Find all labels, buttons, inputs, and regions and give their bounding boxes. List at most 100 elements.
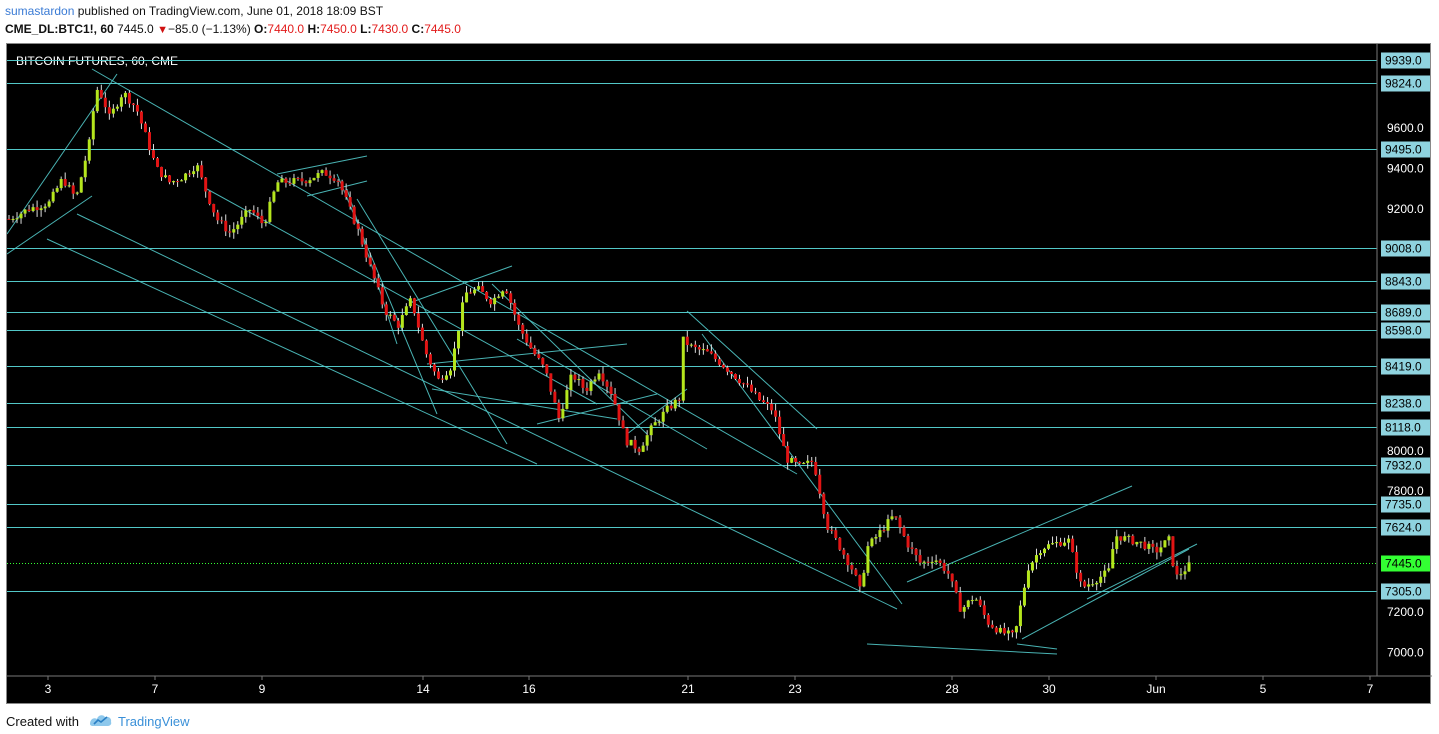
candle-down bbox=[396, 320, 400, 328]
candle-down bbox=[288, 182, 292, 184]
tradingview-link[interactable]: TradingView bbox=[118, 714, 190, 729]
price-level-label: 7932.0 bbox=[1385, 459, 1422, 473]
candle-down bbox=[697, 347, 701, 350]
candle-up bbox=[497, 296, 501, 298]
candle-up bbox=[1187, 562, 1191, 572]
candle-down bbox=[412, 298, 416, 314]
candle-down bbox=[754, 391, 758, 393]
candle-up bbox=[649, 425, 653, 436]
candle-down bbox=[774, 410, 778, 417]
price-level-label: 8843.0 bbox=[1385, 275, 1422, 289]
trend-line bbox=[906, 485, 1133, 583]
candle-down bbox=[107, 107, 111, 114]
candle-up bbox=[874, 537, 878, 539]
candle-down bbox=[35, 207, 39, 211]
candle-down bbox=[424, 340, 428, 355]
trend-line bbox=[306, 180, 368, 197]
low-label: L: bbox=[360, 22, 372, 36]
candle-up bbox=[593, 379, 597, 382]
candle-down bbox=[139, 111, 143, 124]
candle-up bbox=[280, 178, 284, 183]
candle-up bbox=[111, 108, 115, 114]
time-tick-label: 23 bbox=[788, 682, 802, 696]
candle-down bbox=[834, 530, 838, 538]
candle-up bbox=[1051, 543, 1055, 545]
candle-down bbox=[505, 291, 509, 294]
price-level-label: 7305.0 bbox=[1385, 585, 1422, 599]
candle-down bbox=[324, 170, 328, 176]
candle-up bbox=[1026, 570, 1030, 588]
candle-down bbox=[938, 560, 942, 563]
candle-down bbox=[741, 383, 745, 385]
candle-up bbox=[192, 171, 196, 175]
candle-down bbox=[958, 592, 962, 612]
time-tick-label: 9 bbox=[259, 682, 266, 696]
candle-up bbox=[641, 445, 645, 452]
candle-down bbox=[204, 177, 208, 192]
time-tick-label: 5 bbox=[1260, 682, 1267, 696]
candle-down bbox=[188, 173, 192, 175]
candle-up bbox=[1030, 562, 1034, 571]
price-level-label: 9008.0 bbox=[1385, 242, 1422, 256]
candle-down bbox=[1151, 543, 1155, 547]
candle-up bbox=[465, 292, 469, 303]
time-tick-label: 14 bbox=[416, 682, 430, 696]
author-link[interactable]: sumastardon bbox=[5, 4, 74, 18]
candle-down bbox=[216, 212, 220, 221]
time-tick-label: 28 bbox=[945, 682, 959, 696]
candle-up bbox=[1022, 587, 1026, 606]
candle-down bbox=[521, 324, 525, 334]
candle-down bbox=[1079, 572, 1083, 582]
candle-down bbox=[372, 264, 376, 279]
candle-down bbox=[525, 333, 529, 343]
candle-up bbox=[272, 191, 276, 202]
candle-up bbox=[477, 286, 481, 290]
trend-line bbox=[46, 238, 538, 465]
price-tick-label: 9600.0 bbox=[1387, 121, 1424, 135]
candle-down bbox=[7, 218, 11, 220]
chart-canvas[interactable]: BITCOIN FUTURES, 60, CME 9600.09400.0920… bbox=[6, 44, 1432, 705]
symbol-label: CME_DL:BTC1!, 60 bbox=[5, 22, 114, 36]
open-label: O: bbox=[254, 22, 268, 36]
candle-up bbox=[453, 348, 457, 371]
candle-down bbox=[581, 379, 585, 388]
candle-up bbox=[23, 209, 27, 214]
candle-down bbox=[926, 561, 930, 563]
candle-down bbox=[846, 554, 850, 566]
candle-down bbox=[762, 400, 766, 403]
current-price-label: 7445.0 bbox=[1385, 557, 1422, 571]
candle-up bbox=[51, 191, 55, 202]
candle-down bbox=[368, 257, 372, 265]
footer: Created with TradingView bbox=[0, 704, 1439, 734]
price-chart[interactable]: BITCOIN FUTURES, 60, CME 9600.0 9400.0 920… bbox=[6, 43, 1432, 705]
trend-line bbox=[686, 310, 818, 430]
candle-up bbox=[701, 349, 705, 351]
candle-down bbox=[420, 327, 424, 341]
candle-up bbox=[1087, 584, 1091, 587]
candle-down bbox=[27, 209, 31, 212]
candle-up bbox=[292, 178, 296, 184]
price-tick-label: 8000.0 bbox=[1387, 444, 1424, 458]
candle-up bbox=[1107, 568, 1111, 571]
candle-up bbox=[689, 344, 693, 346]
price-tick-label: 9200.0 bbox=[1387, 202, 1424, 216]
tradingview-logo-icon[interactable] bbox=[88, 712, 114, 728]
price-level-label: 8598.0 bbox=[1385, 324, 1422, 338]
close-value: 7445.0 bbox=[424, 22, 461, 36]
candle-up bbox=[645, 435, 649, 446]
candle-up bbox=[83, 160, 87, 178]
candle-up bbox=[1111, 549, 1115, 569]
candle-down bbox=[713, 353, 717, 360]
candle-down bbox=[770, 403, 774, 411]
candle-up bbox=[95, 89, 99, 112]
candle-down bbox=[950, 573, 954, 582]
candle-down bbox=[906, 535, 910, 548]
candle-down bbox=[617, 404, 621, 421]
candle-down bbox=[693, 344, 697, 348]
candle-down bbox=[416, 313, 420, 328]
price-change: −85.0 (−1.13%) bbox=[167, 22, 251, 36]
candle-down bbox=[1010, 630, 1014, 633]
candle-up bbox=[962, 607, 966, 612]
candle-down bbox=[212, 203, 216, 213]
candle-up bbox=[43, 206, 47, 209]
